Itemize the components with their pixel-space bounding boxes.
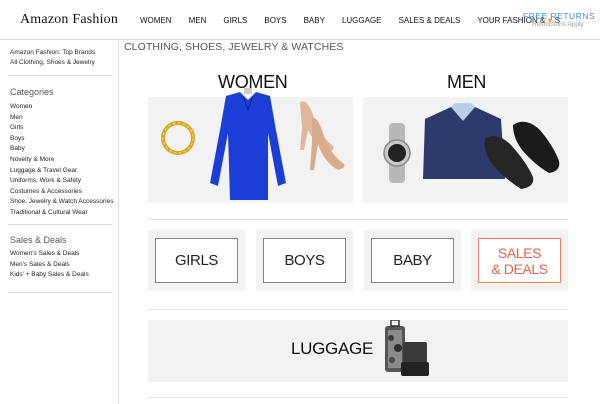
sales-deals-tile[interactable]: SALES & DEALS [471,230,568,291]
sales-list: Women's Sales & Deals Men's Sales & Deal… [10,249,89,281]
main-nav: WOMEN MEN GIRLS BOYS BABY LUGGAGE SALES … [140,16,560,25]
category-item[interactable]: Uniforms, Work & Safety [10,176,113,187]
nav-luggage[interactable]: LUGGAGE [342,16,382,25]
category-item[interactable]: Men [10,113,113,124]
sales-line-1: SALES [497,244,542,261]
category-item[interactable]: Luggage & Travel Gear [10,166,113,177]
link-top-brands[interactable]: Amazon Fashion: Top Brands [10,48,95,58]
sales-item[interactable]: Men's Sales & Deals [10,260,89,271]
girls-tile[interactable]: GIRLS [148,230,245,291]
sales-deals-tile-label: SALES & DEALS [478,238,561,283]
sales-heading: Sales & Deals [10,235,67,245]
category-item[interactable]: Costumes & Accessories [10,187,113,198]
nav-boys[interactable]: BOYS [264,16,286,25]
sales-item[interactable]: Women's Sales & Deals [10,249,89,260]
category-item[interactable]: Boys [10,134,113,145]
category-item[interactable]: Girls [10,123,113,134]
category-item[interactable]: Traditional & Cultural Wear [10,208,113,219]
top-navigation: Amazon Fashion WOMEN MEN GIRLS BOYS BABY… [0,0,600,40]
sales-item[interactable]: Kids' + Baby Sales & Deals [10,270,89,281]
category-item[interactable]: Women [10,102,113,113]
boys-tile-label: BOYS [263,238,346,283]
women-product-image [161,88,345,200]
free-returns-sub: Restrictions Apply [532,21,584,28]
sidebar-divider [8,292,112,293]
link-all-clothing[interactable]: All Clothing, Shoes & Jewelry [10,58,95,68]
boys-tile[interactable]: BOYS [256,230,353,291]
sidebar-divider [8,224,112,225]
category-item[interactable]: Shoe, Jewelry & Watch Accessories [10,197,113,208]
men-label[interactable]: MEN [447,72,486,93]
free-returns-title: FREE RETURNS [523,11,596,21]
sidebar-top-links: Amazon Fashion: Top Brands All Clothing,… [10,48,95,68]
nav-sales-deals[interactable]: SALES & DEALS [399,16,461,25]
page-title: CLOTHING, SHOES, JEWELRY & WATCHES [124,41,344,53]
free-returns[interactable]: FREE RETURNS Restrictions Apply [523,11,595,28]
baby-tile-label: BABY [371,238,454,283]
section-divider [148,219,568,220]
watch-icon [383,123,411,183]
nav-girls[interactable]: GIRLS [223,16,247,25]
category-item[interactable]: Baby [10,144,113,155]
categories-list: Women Men Girls Boys Baby Novelty & More… [10,102,113,219]
sidebar: Amazon Fashion: Top Brands All Clothing,… [0,40,119,404]
sales-line-2: & DEALS [491,260,548,277]
baby-tile[interactable]: BABY [364,230,461,291]
section-divider [148,397,568,398]
categories-heading: Categories [10,87,54,97]
luggage-label[interactable]: LUGGAGE [291,339,373,359]
blue-dress-icon [210,92,286,200]
nav-men[interactable]: MEN [189,16,207,25]
nav-women[interactable]: WOMEN [140,16,172,25]
sidebar-divider [8,75,112,76]
amazon-fashion-logo[interactable]: Amazon Fashion [20,12,118,28]
nav-baby[interactable]: BABY [304,16,325,25]
luggage-icon [385,320,429,376]
girls-tile-label: GIRLS [155,238,238,283]
men-product-image [383,103,560,189]
category-item[interactable]: Novelty & More [10,155,113,166]
section-divider [148,309,568,310]
